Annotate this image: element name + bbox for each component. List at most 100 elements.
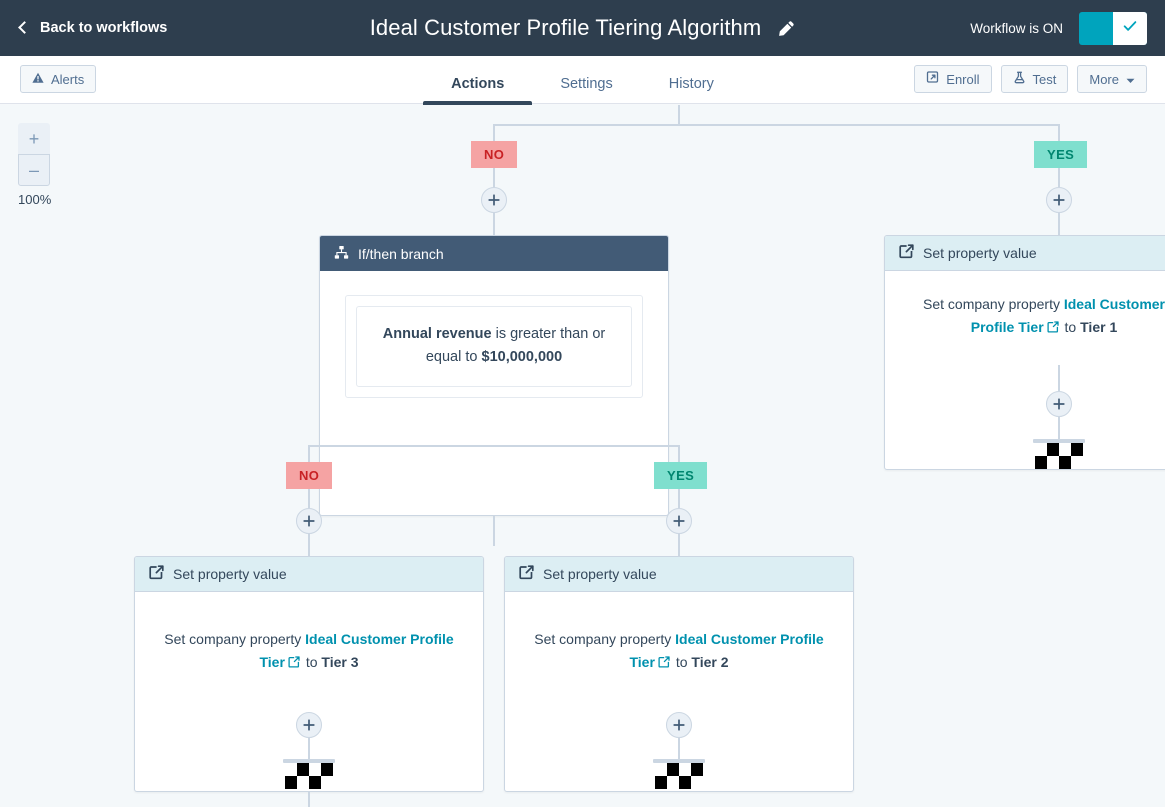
- tab-settings[interactable]: Settings: [532, 77, 640, 105]
- add-step-button-after-tier1[interactable]: [1046, 391, 1072, 417]
- tier3-value: Tier 3: [321, 654, 358, 670]
- edit-square-icon: [149, 565, 164, 583]
- connector-split-mid: [308, 445, 679, 447]
- set-property-value-card-tier2-title: Set property value: [543, 566, 657, 582]
- zoom-out-button[interactable]: –: [18, 154, 50, 186]
- check-icon: [1121, 17, 1139, 40]
- workflow-end-marker-tier3: [283, 759, 335, 793]
- tab-settings-label: Settings: [560, 76, 612, 92]
- tier3-prefix: Set company property: [164, 631, 301, 647]
- condition-property: Annual revenue: [383, 326, 492, 342]
- zoom-in-label: +: [29, 129, 40, 150]
- tier2-value: Tier 2: [691, 654, 728, 670]
- sitemap-icon: [334, 245, 349, 263]
- workflow-on-off-toggle[interactable]: [1079, 12, 1147, 45]
- checkered-flag-icon: [1035, 443, 1083, 469]
- pencil-icon[interactable]: [777, 20, 795, 38]
- set-property-value-card-tier1-header: Set property value: [885, 236, 1165, 271]
- if-then-branch-card-title: If/then branch: [358, 246, 444, 262]
- branch-label-yes-mid: YES: [654, 462, 707, 489]
- action-buttons-group: Enroll Test More: [914, 65, 1147, 93]
- connector-yes-mid-to-plus: [678, 489, 680, 508]
- connector-no-top-to-plus: [493, 168, 495, 187]
- more-label: More: [1089, 72, 1119, 87]
- flask-icon: [1013, 71, 1026, 87]
- connector-tier1-to-end: [1058, 417, 1060, 441]
- connector-tier1-to-plus: [1058, 365, 1060, 391]
- test-label: Test: [1033, 72, 1057, 87]
- set-property-value-card-tier3-header: Set property value: [135, 557, 483, 592]
- connector-trunk-top: [678, 105, 680, 125]
- branch-label-yes-mid-text: YES: [667, 468, 694, 483]
- connector-branch-trunk: [493, 516, 495, 546]
- set-property-value-card-tier1[interactable]: Set property value Set company property …: [884, 235, 1165, 470]
- checkered-flag-icon: [655, 763, 703, 789]
- branch-label-no-top-text: NO: [484, 147, 504, 162]
- add-step-button-after-tier2[interactable]: [666, 712, 692, 738]
- external-link-icon[interactable]: [658, 652, 670, 675]
- enroll-button[interactable]: Enroll: [914, 65, 991, 93]
- connector-yes-mid-to-card: [678, 534, 680, 556]
- edit-square-icon: [899, 244, 914, 262]
- tier1-value: Tier 1: [1080, 319, 1117, 335]
- tier1-middle: to: [1065, 319, 1077, 335]
- set-property-value-card-tier3-title: Set property value: [173, 566, 287, 582]
- zoom-in-button[interactable]: +: [18, 123, 50, 155]
- external-link-icon[interactable]: [1047, 317, 1059, 340]
- back-to-workflows-link[interactable]: Back to workflows: [20, 0, 167, 56]
- external-link-icon[interactable]: [288, 652, 300, 675]
- more-button[interactable]: More: [1077, 65, 1147, 93]
- tier3-middle: to: [306, 654, 318, 670]
- connector-no-top-to-branch: [493, 213, 495, 235]
- connector-yes-top-to-plus: [1058, 168, 1060, 187]
- tab-actions-label: Actions: [451, 76, 504, 92]
- tab-history-label: History: [669, 76, 714, 92]
- tier2-middle: to: [676, 654, 688, 670]
- set-property-value-card-tier1-body: Set company property Ideal Customer Prof…: [885, 271, 1165, 362]
- add-step-button-no-mid[interactable]: [296, 508, 322, 534]
- set-property-value-card-tier3-body: Set company property Ideal Customer Prof…: [135, 592, 483, 699]
- checkered-flag-icon: [285, 763, 333, 789]
- add-step-button-after-tier3[interactable]: [296, 712, 322, 738]
- back-to-workflows-label: Back to workflows: [40, 20, 167, 36]
- sub-navigation-bar: Alerts Actions Settings History Enroll: [0, 56, 1165, 104]
- connector-no-mid-to-card: [308, 534, 310, 556]
- caret-down-icon: [1126, 72, 1135, 87]
- workflow-end-marker-tier1: [1033, 439, 1085, 473]
- add-step-button-yes-top[interactable]: [1046, 187, 1072, 213]
- tier1-prefix: Set company property: [923, 296, 1060, 312]
- workflow-status-label: Workflow is ON: [970, 21, 1063, 36]
- tier2-prefix: Set company property: [534, 631, 671, 647]
- branch-label-no-top: NO: [471, 141, 517, 168]
- set-property-value-card-tier2-body: Set company property Ideal Customer Prof…: [505, 592, 853, 699]
- test-button[interactable]: Test: [1001, 65, 1069, 93]
- add-step-button-no-top[interactable]: [481, 187, 507, 213]
- enroll-icon: [926, 71, 939, 87]
- workflow-title: Ideal Customer Profile Tiering Algorithm: [370, 15, 762, 41]
- zoom-controls: + – 100%: [18, 123, 58, 207]
- tab-history[interactable]: History: [641, 77, 742, 105]
- edit-square-icon: [519, 565, 534, 583]
- connector-tier2-to-end: [678, 738, 680, 761]
- branch-label-no-mid: NO: [286, 462, 332, 489]
- set-property-value-card-tier2-header: Set property value: [505, 557, 853, 592]
- zoom-out-label: –: [29, 160, 39, 181]
- connector-tier3-to-end: [308, 738, 310, 761]
- toggle-knob: [1113, 12, 1147, 45]
- add-step-button-yes-mid[interactable]: [666, 508, 692, 534]
- condition-value: $10,000,000: [482, 349, 563, 365]
- workflow-status-group: Workflow is ON: [970, 0, 1147, 56]
- branch-label-yes-top-text: YES: [1047, 147, 1074, 162]
- connector-no-mid-to-plus: [308, 489, 310, 508]
- connector-split-top: [493, 124, 1060, 126]
- top-bar: Back to workflows Ideal Customer Profile…: [0, 0, 1165, 56]
- set-property-value-card-tier1-title: Set property value: [923, 245, 1037, 261]
- if-then-branch-card[interactable]: If/then branch Annual revenue is greater…: [319, 235, 669, 516]
- workflow-canvas[interactable]: + – 100% NO YES: [0, 105, 1165, 807]
- branch-label-no-mid-text: NO: [299, 468, 319, 483]
- condition-inner-box: Annual revenue is greater than or equal …: [356, 306, 632, 387]
- workflow-end-marker-tier2: [653, 759, 705, 793]
- chevron-left-icon: [18, 21, 31, 34]
- tab-actions[interactable]: Actions: [423, 77, 532, 105]
- zoom-level-label: 100%: [18, 192, 58, 207]
